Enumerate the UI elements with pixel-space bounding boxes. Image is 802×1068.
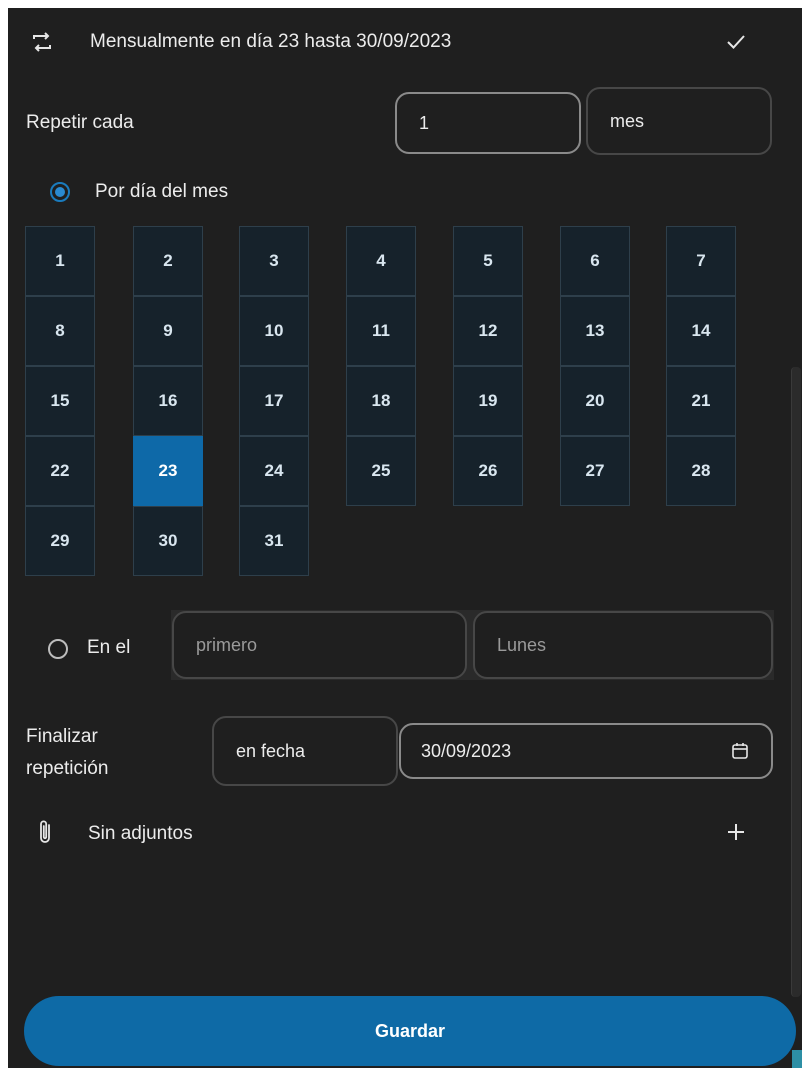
plus-icon[interactable]: [727, 823, 745, 841]
recurrence-header: Mensualmente en día 23 hasta 30/09/2023: [8, 8, 802, 78]
by-day-of-month-radio[interactable]: [50, 182, 70, 202]
end-repeat-label: Finalizar repetición: [26, 721, 108, 785]
day-21-button[interactable]: 21: [666, 366, 736, 436]
day-8-button[interactable]: 8: [25, 296, 95, 366]
paperclip-icon: [40, 820, 50, 843]
day-26-button[interactable]: 26: [453, 436, 523, 506]
repeat-every-label: Repetir cada: [26, 112, 134, 133]
weekday-select[interactable]: Lunes: [473, 611, 773, 679]
scrollbar[interactable]: [791, 367, 801, 997]
recurrence-summary: Mensualmente en día 23 hasta 30/09/2023: [90, 31, 452, 52]
day-11-button[interactable]: 11: [346, 296, 416, 366]
repeat-unit-select[interactable]: mes: [586, 87, 772, 155]
end-repeat-label-line2: repetición: [26, 758, 109, 779]
on-the-label: En el: [87, 637, 131, 658]
day-of-month-grid: 1 2 3 4 5 6 7 8 9 10 11 12 13 14 15 16 17 18 19 20 21 22 23 24 2…: [25, 226, 745, 578]
end-date-input[interactable]: 30/09/2023: [399, 723, 773, 779]
ordinal-select[interactable]: primero: [172, 611, 467, 679]
day-23-button[interactable]: 23: [133, 436, 203, 506]
on-the-radio[interactable]: [48, 639, 68, 659]
day-22-button[interactable]: 22: [25, 436, 95, 506]
repeat-icon: [33, 32, 51, 52]
day-28-button[interactable]: 28: [666, 436, 736, 506]
check-icon[interactable]: [725, 31, 747, 53]
day-4-button[interactable]: 4: [346, 226, 416, 296]
day-19-button[interactable]: 19: [453, 366, 523, 436]
day-3-button[interactable]: 3: [239, 226, 309, 296]
day-9-button[interactable]: 9: [133, 296, 203, 366]
end-repeat-label-line1: Finalizar: [26, 726, 98, 747]
repeat-interval-input[interactable]: 1: [395, 92, 581, 154]
day-25-button[interactable]: 25: [346, 436, 416, 506]
day-16-button[interactable]: 16: [133, 366, 203, 436]
by-day-of-month-label: Por día del mes: [95, 181, 229, 202]
recurrence-panel: Mensualmente en día 23 hasta 30/09/2023 …: [8, 8, 802, 1068]
day-10-button[interactable]: 10: [239, 296, 309, 366]
day-17-button[interactable]: 17: [239, 366, 309, 436]
day-24-button[interactable]: 24: [239, 436, 309, 506]
day-5-button[interactable]: 5: [453, 226, 523, 296]
day-14-button[interactable]: 14: [666, 296, 736, 366]
day-6-button[interactable]: 6: [560, 226, 630, 296]
day-30-button[interactable]: 30: [133, 506, 203, 576]
day-13-button[interactable]: 13: [560, 296, 630, 366]
day-2-button[interactable]: 2: [133, 226, 203, 296]
day-15-button[interactable]: 15: [25, 366, 95, 436]
day-7-button[interactable]: 7: [666, 226, 736, 296]
calendar-icon[interactable]: [731, 742, 749, 760]
day-1-button[interactable]: 1: [25, 226, 95, 296]
day-31-button[interactable]: 31: [239, 506, 309, 576]
day-18-button[interactable]: 18: [346, 366, 416, 436]
end-mode-select[interactable]: en fecha: [212, 716, 398, 786]
day-27-button[interactable]: 27: [560, 436, 630, 506]
save-button[interactable]: Guardar: [24, 996, 796, 1066]
day-12-button[interactable]: 12: [453, 296, 523, 366]
day-20-button[interactable]: 20: [560, 366, 630, 436]
attachments-label: Sin adjuntos: [88, 823, 193, 844]
day-29-button[interactable]: 29: [25, 506, 95, 576]
end-date-value: 30/09/2023: [421, 740, 512, 761]
corner-accent: [792, 1050, 802, 1068]
